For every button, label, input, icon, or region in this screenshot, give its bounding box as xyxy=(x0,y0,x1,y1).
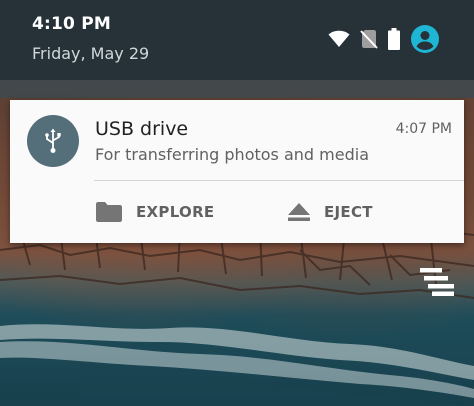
user-account-icon[interactable] xyxy=(410,24,440,54)
notification-text: For transferring photos and media xyxy=(95,145,369,164)
usb-notification[interactable]: USB drive 4:07 PM For transferring photo… xyxy=(10,100,464,243)
usb-icon-badge xyxy=(27,115,79,167)
battery-icon xyxy=(388,28,400,50)
status-icons xyxy=(328,24,440,54)
eject-label: EJECT xyxy=(324,203,373,221)
usb-icon xyxy=(45,128,61,153)
clear-all-icon xyxy=(420,268,454,296)
notification-title: USB drive xyxy=(95,118,189,140)
explore-label: EXPLORE xyxy=(136,203,215,221)
folder-icon xyxy=(96,202,122,222)
explore-button[interactable]: EXPLORE xyxy=(96,190,214,234)
notification-time: 4:07 PM xyxy=(395,121,452,137)
status-header: 4:10 PM Friday, May 29 xyxy=(0,0,474,80)
no-sim-icon xyxy=(360,30,378,49)
clock[interactable]: 4:10 PM xyxy=(32,14,111,34)
header-strip xyxy=(0,80,474,98)
date[interactable]: Friday, May 29 xyxy=(32,44,149,63)
wifi-icon xyxy=(328,30,350,47)
notification-divider xyxy=(94,180,464,181)
clear-all-button[interactable] xyxy=(416,266,458,296)
eject-icon xyxy=(288,203,310,221)
eject-button[interactable]: EJECT xyxy=(288,190,373,234)
